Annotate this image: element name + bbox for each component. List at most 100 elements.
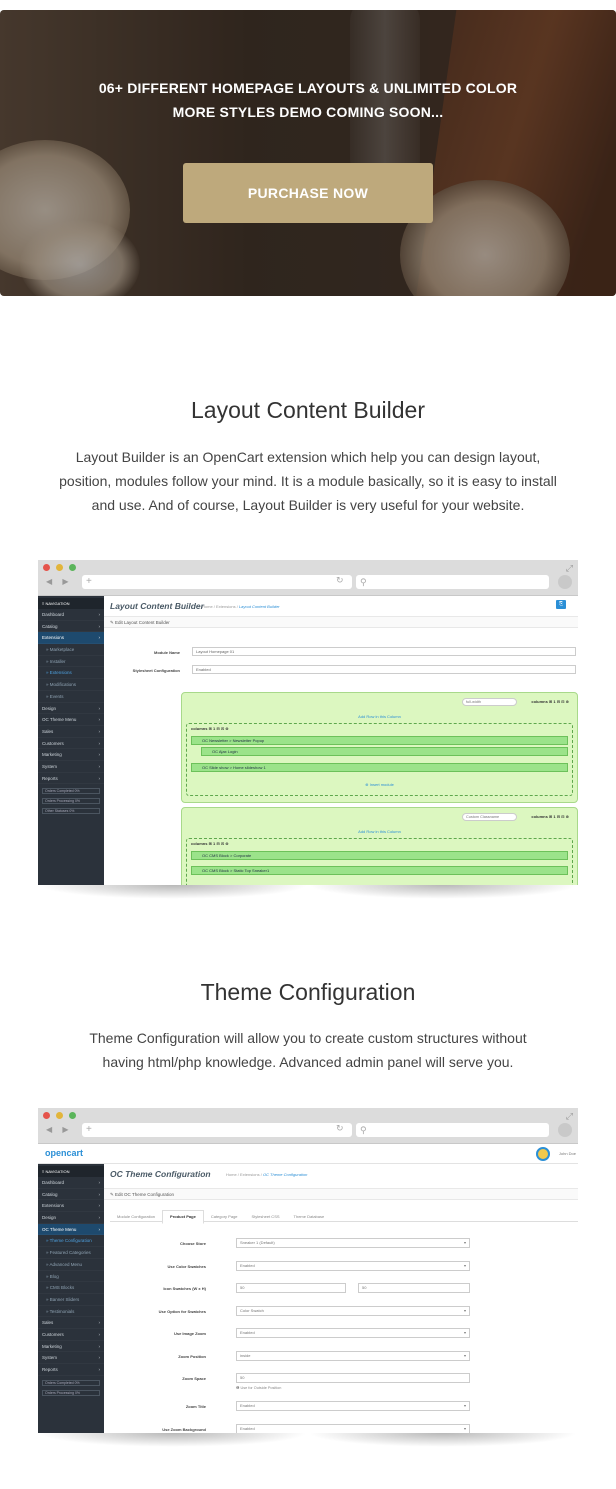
module-item[interactable]: OC Ajax Login [201,747,568,756]
expand-icon[interactable]: ⤢ [566,1111,573,1122]
breadcrumb-extensions[interactable]: Extensions [240,1172,260,1177]
sidebar-item-label: Customers [42,740,64,746]
module-item[interactable]: OC CMS Block > Static Top Sneaker1 [191,866,568,875]
purchase-now-button[interactable]: PURCHASE NOW [183,163,433,223]
maximize-dot-icon[interactable] [69,564,76,571]
sidebar-item[interactable]: System › [38,1352,104,1364]
opencart-logo[interactable]: opencart [45,1148,83,1158]
browser-search-input[interactable]: ⚲ [356,1123,549,1137]
sidebar-item[interactable]: Design › [38,1212,104,1224]
sidebar-item[interactable]: » Marketplace [38,644,104,656]
sidebar-item[interactable]: » Extensions [38,667,104,679]
config-tab[interactable]: Module Configuration [110,1211,162,1223]
save-button[interactable]: ⎘ [556,600,566,609]
module-item[interactable]: OC CMS Block > Corporate [191,851,568,860]
insert-module-link[interactable]: ⊕ Insert module [187,782,572,787]
refresh-icon[interactable]: ↻ [336,575,344,586]
close-dot-icon[interactable] [43,564,50,571]
config-select[interactable]: inside ▾ [236,1350,470,1361]
minimize-dot-icon[interactable] [56,564,63,571]
row-column-controls[interactable]: columns ⊞ 1 ⊟ ⊡ ⊗ [531,699,569,704]
sidebar-item[interactable]: » Testimonials [38,1306,104,1318]
desc-line: and use. And of course, Layout Builder i… [91,497,525,513]
sidebar-item-label: » Extensions [46,670,72,676]
sidebar-item[interactable]: OC Theme Menu › [38,1223,104,1236]
sidebar-item[interactable]: Extensions › [38,1200,104,1212]
sidebar-item[interactable]: » Installer [38,656,104,668]
row-classname-input[interactable]: Custom Classname [462,813,517,821]
sidebar-item[interactable]: » Banner Sliders [38,1294,104,1306]
sidebar-item[interactable]: Design › [38,703,104,715]
breadcrumb-current[interactable]: Layout Content Builder [239,604,280,609]
sidebar-item[interactable]: » Advanced Menu [38,1259,104,1271]
breadcrumb-home[interactable]: Home [226,1172,237,1177]
sidebar-item[interactable]: » Modifications [38,679,104,691]
address-bar[interactable]: + [82,575,352,589]
address-bar[interactable]: + [82,1123,352,1137]
sidebar-item[interactable]: Customers › [38,738,104,750]
config-tab[interactable]: Product Page [162,1210,204,1224]
sidebar-item[interactable]: » Events [38,691,104,703]
order-progress-bar: Orders Completed 0% [42,788,100,795]
breadcrumb-home[interactable]: Home [202,604,213,609]
sidebar-item[interactable]: » Featured Categories [38,1247,104,1259]
back-forward-icon[interactable]: ◀ ▶ [46,1125,73,1134]
sidebar-item[interactable]: Reports › [38,1364,104,1376]
sidebar-item[interactable]: Marketing › [38,749,104,761]
sidebar-item[interactable]: Reports › [38,773,104,785]
refresh-icon[interactable]: ↻ [336,1123,344,1134]
breadcrumb-current[interactable]: OC Theme Configuration [263,1172,307,1177]
sidebar-item[interactable]: Customers › [38,1329,104,1341]
sidebar-item[interactable]: » CMS Blocks [38,1282,104,1294]
config-input[interactable]: 50 [236,1283,346,1293]
sidebar-item[interactable]: Sales › [38,726,104,738]
row-width-input[interactable]: full-width [462,698,517,706]
config-select[interactable]: Enabled ▾ [236,1328,470,1338]
sidebar-item[interactable]: » Theme Configuration [38,1235,104,1247]
sidebar-item[interactable]: Marketing › [38,1341,104,1353]
add-row-link[interactable]: Add Row in this Column [182,829,577,834]
breadcrumb-extensions[interactable]: Extensions [216,604,236,609]
column-controls[interactable]: columns ⊞ 1 ⊟ ⊡ ⊗ [191,841,229,846]
config-select[interactable]: Sneaker 1 (Default) ▾ [236,1238,470,1248]
minimize-dot-icon[interactable] [56,1112,63,1119]
sidebar-item[interactable]: Catalog › [38,1189,104,1201]
sidebar-item[interactable]: OC Theme Menu › [38,714,104,726]
config-select[interactable]: Enabled ▾ [236,1401,470,1411]
browser-search-input[interactable]: ⚲ [356,575,549,589]
close-dot-icon[interactable] [43,1112,50,1119]
config-tab[interactable]: Theme Database [287,1211,332,1223]
theme-config-screenshot: ⤢ ◀ ▶ + ↻ ⚲ opencart John Doe ≡ NAVIGATI… [38,1108,578,1433]
stylesheet-select[interactable]: Enabled [192,665,576,674]
module-name-input[interactable]: Layout Homepage 01 [192,647,576,656]
browser-menu-icon[interactable] [558,575,572,589]
sidebar-item[interactable]: Dashboard › [38,609,104,621]
config-tab[interactable]: Stylesheet CSS [245,1211,287,1223]
config-input[interactable]: 50 [358,1283,470,1293]
sidebar-item[interactable]: Catalog › [38,621,104,633]
sidebar-item[interactable]: Dashboard › [38,1177,104,1189]
sidebar-item[interactable]: » Blog [38,1271,104,1283]
module-item[interactable]: OC Slide show > Home slideshow 1 [191,763,568,772]
sidebar-item[interactable]: Extensions › [38,632,104,645]
user-name[interactable]: John Doe [559,1151,576,1156]
config-select[interactable]: Color Swatch ▾ [236,1305,470,1316]
expand-icon[interactable]: ⤢ [566,563,573,574]
column-controls[interactable]: columns ⊞ 1 ⊟ ⊡ ⊗ [191,726,229,731]
back-forward-icon[interactable]: ◀ ▶ [46,577,73,586]
config-select[interactable]: Enabled ▾ [236,1423,470,1433]
config-tab[interactable]: Category Page [204,1211,245,1223]
desc-line: having html/php knowledge. Advanced admi… [102,1054,514,1070]
module-item[interactable]: OC Newsletter > Newsletter Popup [191,736,568,745]
config-input[interactable]: 50 [236,1373,470,1383]
sidebar-item[interactable]: Sales › [38,1317,104,1329]
user-avatar[interactable] [536,1147,550,1161]
maximize-dot-icon[interactable] [69,1112,76,1119]
config-select[interactable]: Enabled ▾ [236,1260,470,1271]
row-column-controls[interactable]: columns ⊞ 1 ⊟ ⊡ ⊗ [531,814,569,819]
sidebar-item[interactable]: System › [38,761,104,773]
sidebar-item-label: » Theme Configuration [46,1238,92,1244]
hero-title-line1: 06+ DIFFERENT HOMEPAGE LAYOUTS & UNLIMIT… [98,80,518,96]
browser-menu-icon[interactable] [558,1123,572,1137]
add-row-link[interactable]: Add Row in this Column [182,714,577,719]
